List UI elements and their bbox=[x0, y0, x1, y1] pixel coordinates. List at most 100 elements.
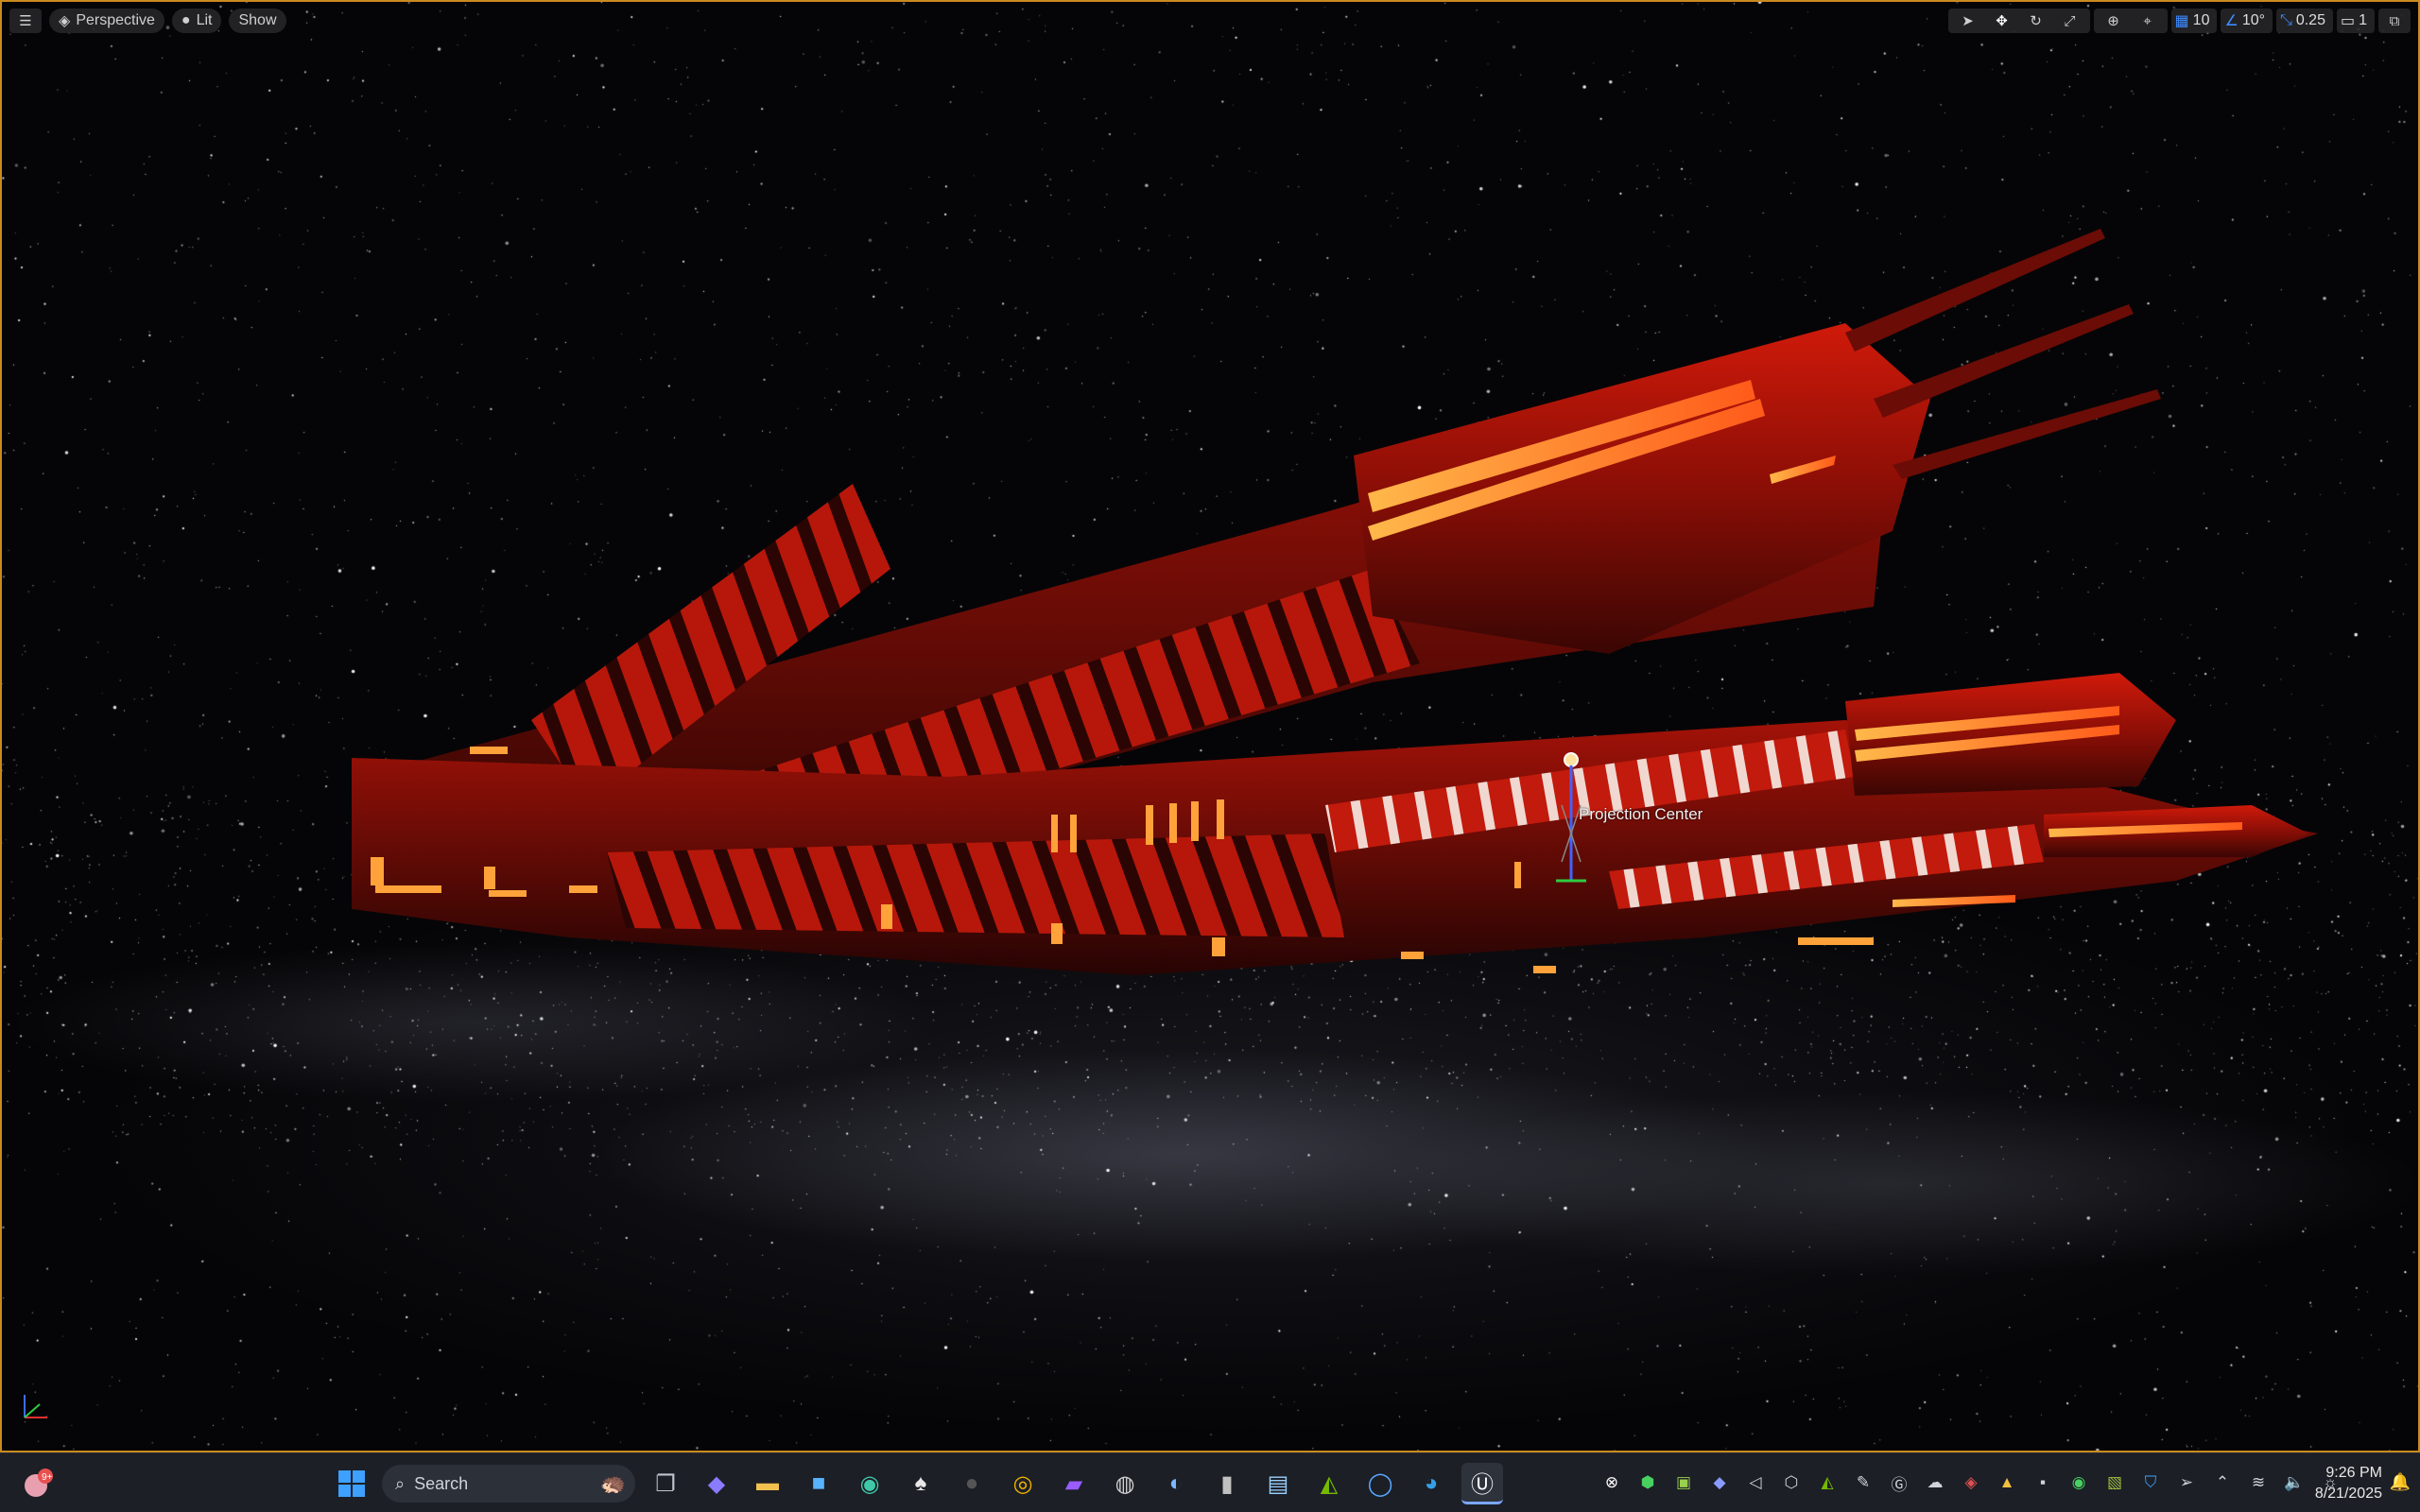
viewport-menu-button[interactable]: ☰ bbox=[9, 9, 42, 33]
alienware-button[interactable]: ♠ bbox=[900, 1463, 942, 1504]
xbox2-tray-icon[interactable]: ◉ bbox=[2065, 1467, 2093, 1499]
select-tool-button[interactable]: ➤ bbox=[1952, 9, 1984, 33]
rotate-snap-group[interactable]: ∠ 10° bbox=[2221, 9, 2273, 33]
weather-widget[interactable]: 9+ bbox=[19, 1465, 57, 1503]
grid-snap-group[interactable]: ▦ 10 bbox=[2170, 9, 2218, 33]
cube-tray-icon[interactable]: ⬡ bbox=[1777, 1467, 1806, 1499]
photos-button[interactable]: ◐ bbox=[1155, 1463, 1197, 1504]
perspective-label: Perspective bbox=[76, 12, 155, 28]
unreal-engine-icon: Ⓤ bbox=[1471, 1472, 1494, 1498]
volume-tray-icon[interactable]: 🔈 bbox=[2280, 1467, 2308, 1499]
clock-date: 8/21/2025 bbox=[2314, 1486, 2382, 1502]
projection-center-label: Projection Center bbox=[1579, 805, 1703, 823]
rotate-tool-button[interactable]: ↻ bbox=[2020, 9, 2052, 33]
system-tray: ⊗ ⬢ ▣ ◆ ◁ ⬡ ◭ ✎ Ⓖ ☁ ◈ ▲ ▪ ◉ ▧ ⛉ ➢ ⌃ ≋ 🔈 … bbox=[1598, 1467, 2344, 1499]
speaker-icon: 🔈 bbox=[2284, 1473, 2305, 1491]
copilot-button[interactable]: ◆ bbox=[696, 1463, 737, 1504]
clipchamp-button[interactable]: ▰ bbox=[1053, 1463, 1095, 1504]
phone-link-button[interactable]: ▮ bbox=[1206, 1463, 1248, 1504]
app-tray-icon[interactable]: ◈ bbox=[1957, 1467, 1985, 1499]
xbox-icon: ⊗ bbox=[1604, 1473, 1619, 1491]
grammarly-tray-icon[interactable]: Ⓖ bbox=[1885, 1467, 1913, 1499]
windows-logo-icon bbox=[338, 1470, 365, 1497]
rotate-snap-value[interactable]: 10° bbox=[2240, 12, 2269, 29]
move-icon: ✥ bbox=[1996, 13, 2008, 29]
nvidia-small-icon: ◭ bbox=[1821, 1473, 1834, 1491]
scale-snap-group[interactable]: ⤡ 0.25 bbox=[2276, 9, 2333, 33]
bell-icon: 🔔 bbox=[2389, 1472, 2411, 1491]
viewport-toolbar-right: ➤ ✥ ↻ ⤢ ⊕ ⌖ ▦ 10 ∠ 10° ⤡ 0.25 ▭ 1 ⧉ bbox=[1947, 8, 2411, 34]
spaceship-model[interactable] bbox=[2, 2, 2418, 1451]
rotate-icon: ↻ bbox=[2030, 13, 2042, 29]
game-tray-icon[interactable]: ▧ bbox=[2100, 1467, 2129, 1499]
view-mode-button[interactable]: ● Lit bbox=[171, 9, 222, 33]
cloud-tray-icon[interactable]: ☁ bbox=[1921, 1467, 1949, 1499]
edge-dev-button[interactable]: ◉ bbox=[849, 1463, 890, 1504]
scale-snap-value[interactable]: 0.25 bbox=[2294, 12, 2329, 29]
taskbar-clock[interactable]: 9:26 PM 8/21/2025 bbox=[2315, 1463, 2382, 1504]
scale-tool-button[interactable]: ⤢ bbox=[2054, 9, 2086, 33]
taskbar-search[interactable]: ⌕ Search 🦔 bbox=[382, 1465, 635, 1503]
perspective-button[interactable]: ◈ Perspective bbox=[49, 9, 164, 33]
task-view-button[interactable]: ❐ bbox=[645, 1463, 686, 1504]
send-tray-icon[interactable]: ➢ bbox=[2172, 1467, 2201, 1499]
edge-icon: ◕ bbox=[1424, 1470, 1439, 1496]
sphere-icon: ● bbox=[181, 12, 191, 28]
cube-icon: ◈ bbox=[59, 13, 71, 29]
transform-tools: ➤ ✥ ↻ ⤢ bbox=[1947, 9, 2090, 33]
view-mode-label: Lit bbox=[196, 12, 213, 28]
world-local-toggle[interactable]: ⊕ bbox=[2098, 9, 2130, 33]
maximize-viewport-button[interactable]: ⧉ bbox=[2378, 9, 2411, 33]
pen-tray-icon[interactable]: ✎ bbox=[1849, 1467, 1877, 1499]
widget-icon: 9+ bbox=[25, 1469, 53, 1497]
unreal-engine-button[interactable]: Ⓤ bbox=[1461, 1463, 1503, 1504]
earth-button[interactable]: ◯ bbox=[1359, 1463, 1401, 1504]
nvidia-tray-icon[interactable]: ◭ bbox=[1813, 1467, 1841, 1499]
file-explorer-button[interactable]: ▬ bbox=[747, 1463, 788, 1504]
store-button[interactable]: ■ bbox=[798, 1463, 839, 1504]
show-button[interactable]: Show bbox=[229, 9, 286, 33]
translate-tool-button[interactable]: ✥ bbox=[1986, 9, 2018, 33]
wifi-tray-icon[interactable]: ≋ bbox=[2244, 1467, 2273, 1499]
nvidia-icon: ◭ bbox=[1320, 1470, 1339, 1497]
vs-icon: ◁ bbox=[1749, 1473, 1762, 1491]
grid-snap-value[interactable]: 10 bbox=[2191, 12, 2214, 29]
box-icon: ⬡ bbox=[1784, 1473, 1799, 1491]
vs-tray-icon[interactable]: ◁ bbox=[1741, 1467, 1770, 1499]
coordinate-tools: ⊕ ⌖ bbox=[2093, 9, 2168, 33]
edge-button[interactable]: ◕ bbox=[1410, 1463, 1452, 1504]
ide-button[interactable]: ▤ bbox=[1257, 1463, 1299, 1504]
camera-speed-group[interactable]: ▭ 1 bbox=[2336, 9, 2375, 33]
discord-icon: ◆ bbox=[1713, 1473, 1726, 1491]
discord-tray-icon[interactable]: ◆ bbox=[1705, 1467, 1734, 1499]
image-tray-icon[interactable]: ▣ bbox=[1669, 1467, 1698, 1499]
copilot-icon: ◆ bbox=[707, 1470, 726, 1497]
chrome-icon: ◎ bbox=[1012, 1470, 1033, 1497]
epic-tray-icon[interactable]: ▪ bbox=[2029, 1467, 2057, 1499]
drive-icon: ▲ bbox=[1998, 1473, 2015, 1491]
dark-app-icon: ● bbox=[964, 1470, 979, 1496]
steam-button[interactable]: ● bbox=[951, 1463, 993, 1504]
xbox-tray-icon[interactable]: ⊗ bbox=[1598, 1467, 1626, 1499]
red-app-icon: ◈ bbox=[1964, 1473, 1978, 1491]
axis-indicator-icon bbox=[24, 1395, 47, 1418]
nvidia-button[interactable]: ◭ bbox=[1308, 1463, 1350, 1504]
g-icon: Ⓖ bbox=[1891, 1475, 1908, 1494]
drive-tray-icon[interactable]: ▲ bbox=[1993, 1467, 2021, 1499]
camera-speed-value[interactable]: 1 bbox=[2357, 12, 2371, 29]
search-highlight-icon: 🦔 bbox=[599, 1471, 626, 1495]
globe-icon: ⊕ bbox=[2107, 13, 2119, 29]
surface-snap-button[interactable]: ⌖ bbox=[2132, 9, 2164, 33]
chevron-tray-button[interactable]: ⌃ bbox=[2208, 1467, 2237, 1499]
chrome-button[interactable]: ◎ bbox=[1002, 1463, 1044, 1504]
level-viewport[interactable]: Projection Center ☰ ◈ Perspective ● Lit … bbox=[0, 0, 2420, 1452]
obs-button[interactable]: ◍ bbox=[1104, 1463, 1146, 1504]
shield-tray-icon[interactable]: ⛉ bbox=[2136, 1467, 2165, 1499]
clock-time: 9:26 PM bbox=[2325, 1465, 2382, 1481]
start-button[interactable] bbox=[331, 1463, 372, 1504]
hexagon-icon: ⬢ bbox=[1640, 1473, 1655, 1491]
gamebar-tray-icon[interactable]: ⬢ bbox=[1634, 1467, 1662, 1499]
notification-button[interactable]: 🔔 bbox=[2390, 1472, 2411, 1492]
svg-text:9+: 9+ bbox=[42, 1472, 53, 1483]
folder-icon: ▬ bbox=[756, 1470, 779, 1496]
